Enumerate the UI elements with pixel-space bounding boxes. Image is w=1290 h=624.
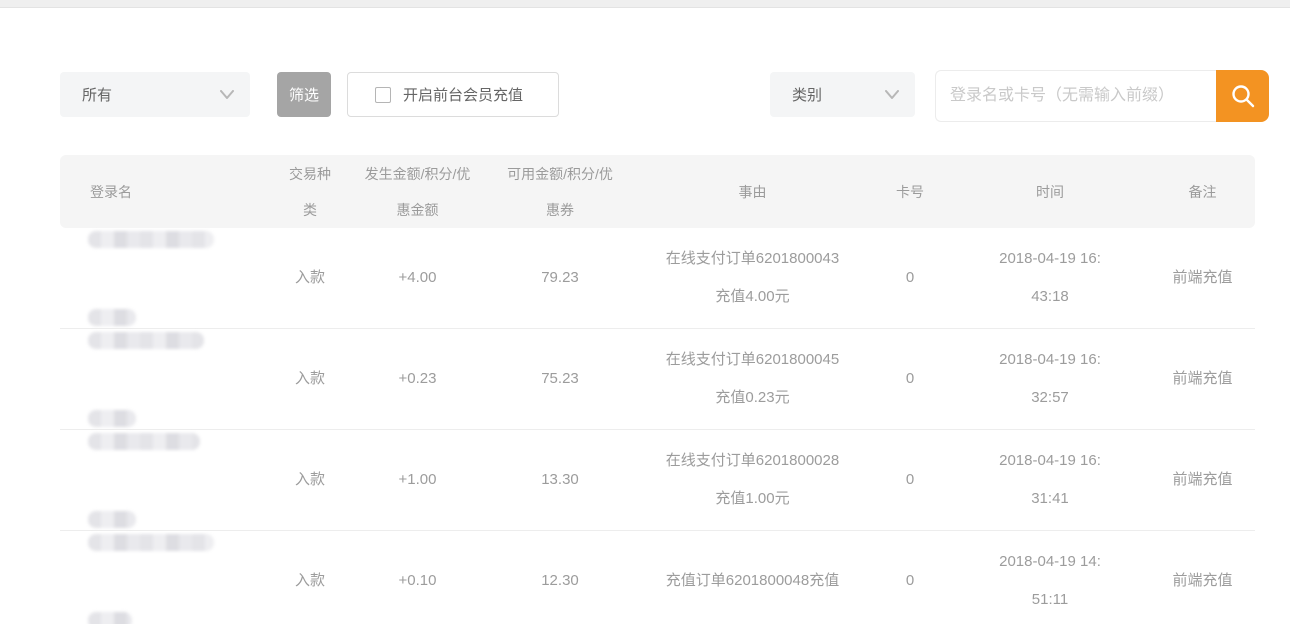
trade-type-value: 入款: [270, 461, 350, 499]
amount-value: +1.00: [350, 461, 485, 499]
redacted-text-block: [88, 231, 214, 248]
redacted-text-block: [88, 309, 136, 326]
card-value: 0: [870, 360, 950, 398]
chevron-down-icon: [220, 90, 234, 99]
checkbox-unchecked-icon[interactable]: [375, 87, 391, 103]
recharge-records-page: 所有 筛选 开启前台会员充值 类别 登录名 交易种 类 发生金额/积分/优 惠金…: [0, 0, 1290, 624]
category-filter-select[interactable]: 类别: [770, 72, 915, 117]
available-value: 13.30: [485, 461, 635, 499]
time-value: 2018-04-19 16: 32:57: [950, 341, 1150, 417]
search-button[interactable]: [1216, 70, 1269, 122]
reason-value: 在线支付订单6201800043 充值4.00元: [635, 240, 870, 316]
amount-value: +4.00: [350, 259, 485, 297]
available-value: 75.23: [485, 360, 635, 398]
search-input[interactable]: [935, 70, 1216, 122]
amount-value: +0.10: [350, 562, 485, 600]
header-reason: 事由: [635, 174, 870, 210]
chevron-down-icon: [885, 90, 899, 99]
time-value: 2018-04-19 14: 51:11: [950, 543, 1150, 619]
time-value: 2018-04-19 16: 43:18: [950, 240, 1150, 316]
amount-value: +0.23: [350, 360, 485, 398]
redacted-text-block: [88, 612, 132, 624]
transactions-table: 登录名 交易种 类 发生金额/积分/优 惠金额 可用金额/积分/优 惠券 事由 …: [60, 155, 1255, 624]
front-desk-recharge-label: 开启前台会员充值: [403, 84, 523, 105]
trade-type-value: 入款: [270, 562, 350, 600]
header-time: 时间: [950, 174, 1150, 210]
card-value: 0: [870, 259, 950, 297]
note-value: 前端充值: [1150, 360, 1255, 398]
reason-value: 在线支付订单6201800028 充值1.00元: [635, 442, 870, 518]
header-card: 卡号: [870, 174, 950, 210]
note-value: 前端充值: [1150, 562, 1255, 600]
header-note: 备注: [1150, 174, 1255, 210]
available-value: 79.23: [485, 259, 635, 297]
reason-value: 在线支付订单6201800045 充值0.23元: [635, 341, 870, 417]
header-amount: 发生金额/积分/优 惠金额: [350, 156, 485, 228]
note-value: 前端充值: [1150, 461, 1255, 499]
type-filter-select[interactable]: 所有: [60, 72, 250, 117]
trade-type-value: 入款: [270, 360, 350, 398]
card-value: 0: [870, 562, 950, 600]
redacted-text-block: [88, 332, 204, 349]
type-filter-value: 所有: [82, 84, 112, 105]
category-filter-value: 类别: [792, 84, 822, 105]
front-desk-recharge-toggle[interactable]: 开启前台会员充值: [347, 72, 559, 117]
trade-type-value: 入款: [270, 259, 350, 297]
filter-button[interactable]: 筛选: [277, 72, 331, 117]
note-value: 前端充值: [1150, 259, 1255, 297]
redacted-text-block: [88, 410, 136, 427]
redacted-text-block: [88, 433, 200, 450]
header-available: 可用金额/积分/优 惠券: [485, 156, 635, 228]
search-icon: [1230, 83, 1256, 109]
top-divider-strip: [0, 0, 1290, 8]
card-value: 0: [870, 461, 950, 499]
header-trade-type: 交易种 类: [270, 156, 350, 228]
redacted-text-block: [88, 511, 136, 528]
search-bar: [935, 70, 1269, 122]
time-value: 2018-04-19 16: 31:41: [950, 442, 1150, 518]
reason-value: 充值订单6201800048充值: [635, 562, 870, 600]
redacted-text-block: [88, 534, 214, 551]
available-value: 12.30: [485, 562, 635, 600]
table-row: 入款 +0.10 12.30 充值订单6201800048充值 0 2018-0…: [60, 531, 1255, 624]
